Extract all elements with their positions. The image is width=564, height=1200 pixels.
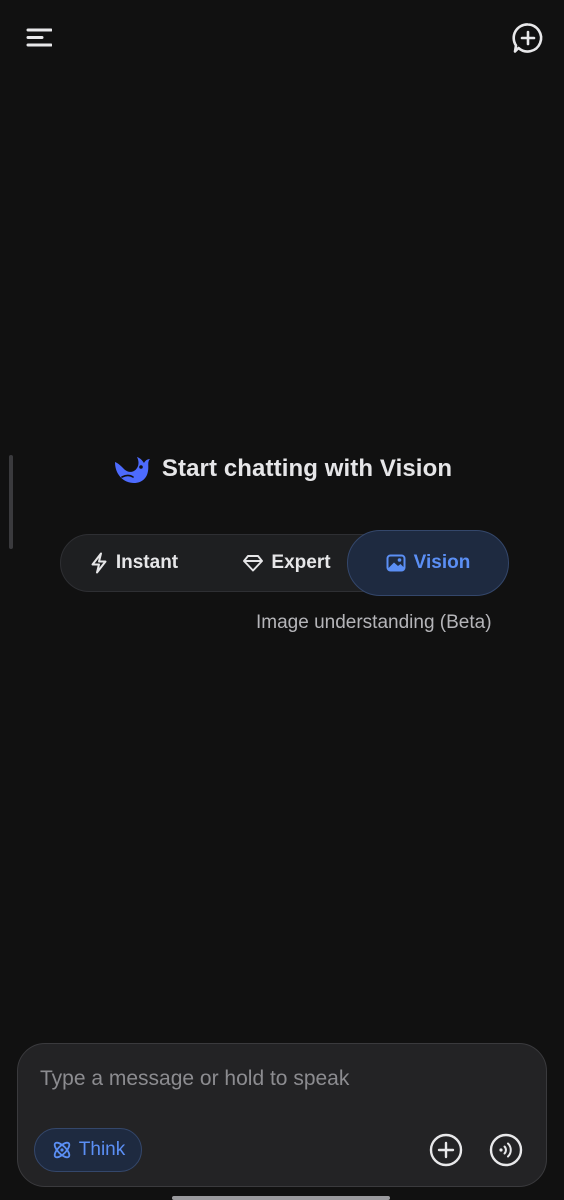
mode-instant[interactable]: Instant bbox=[79, 535, 189, 591]
message-input[interactable] bbox=[40, 1062, 520, 1096]
menu-button[interactable] bbox=[18, 20, 56, 54]
think-label: Think bbox=[78, 1139, 126, 1160]
mode-expert[interactable]: Expert bbox=[229, 535, 345, 591]
menu-icon bbox=[26, 28, 52, 47]
voice-wave-icon bbox=[489, 1133, 523, 1167]
mode-vision[interactable]: Vision bbox=[347, 530, 509, 596]
whale-logo-icon bbox=[114, 457, 150, 483]
lightning-icon bbox=[91, 552, 107, 574]
new-chat-button[interactable] bbox=[508, 18, 548, 58]
mode-instant-label: Instant bbox=[115, 552, 179, 573]
new-chat-icon bbox=[512, 23, 543, 53]
message-composer: Think bbox=[17, 1043, 547, 1187]
think-toggle[interactable]: Think bbox=[34, 1128, 142, 1172]
atom-icon bbox=[53, 1141, 70, 1159]
hero-title: Start chatting with Vision bbox=[161, 455, 453, 482]
mode-expert-label: Expert bbox=[271, 552, 331, 573]
mode-vision-label: Vision bbox=[413, 552, 471, 573]
hero: Start chatting with Vision bbox=[0, 446, 564, 492]
mode-description: Image understanding (Beta) bbox=[256, 612, 492, 633]
image-icon bbox=[386, 554, 406, 572]
voice-button[interactable] bbox=[488, 1132, 524, 1168]
plus-circle-icon bbox=[429, 1133, 463, 1167]
diamond-icon bbox=[243, 555, 264, 572]
attach-button[interactable] bbox=[428, 1132, 464, 1168]
mode-switch: Instant Expert Vision bbox=[60, 530, 509, 596]
home-indicator bbox=[172, 1196, 390, 1200]
